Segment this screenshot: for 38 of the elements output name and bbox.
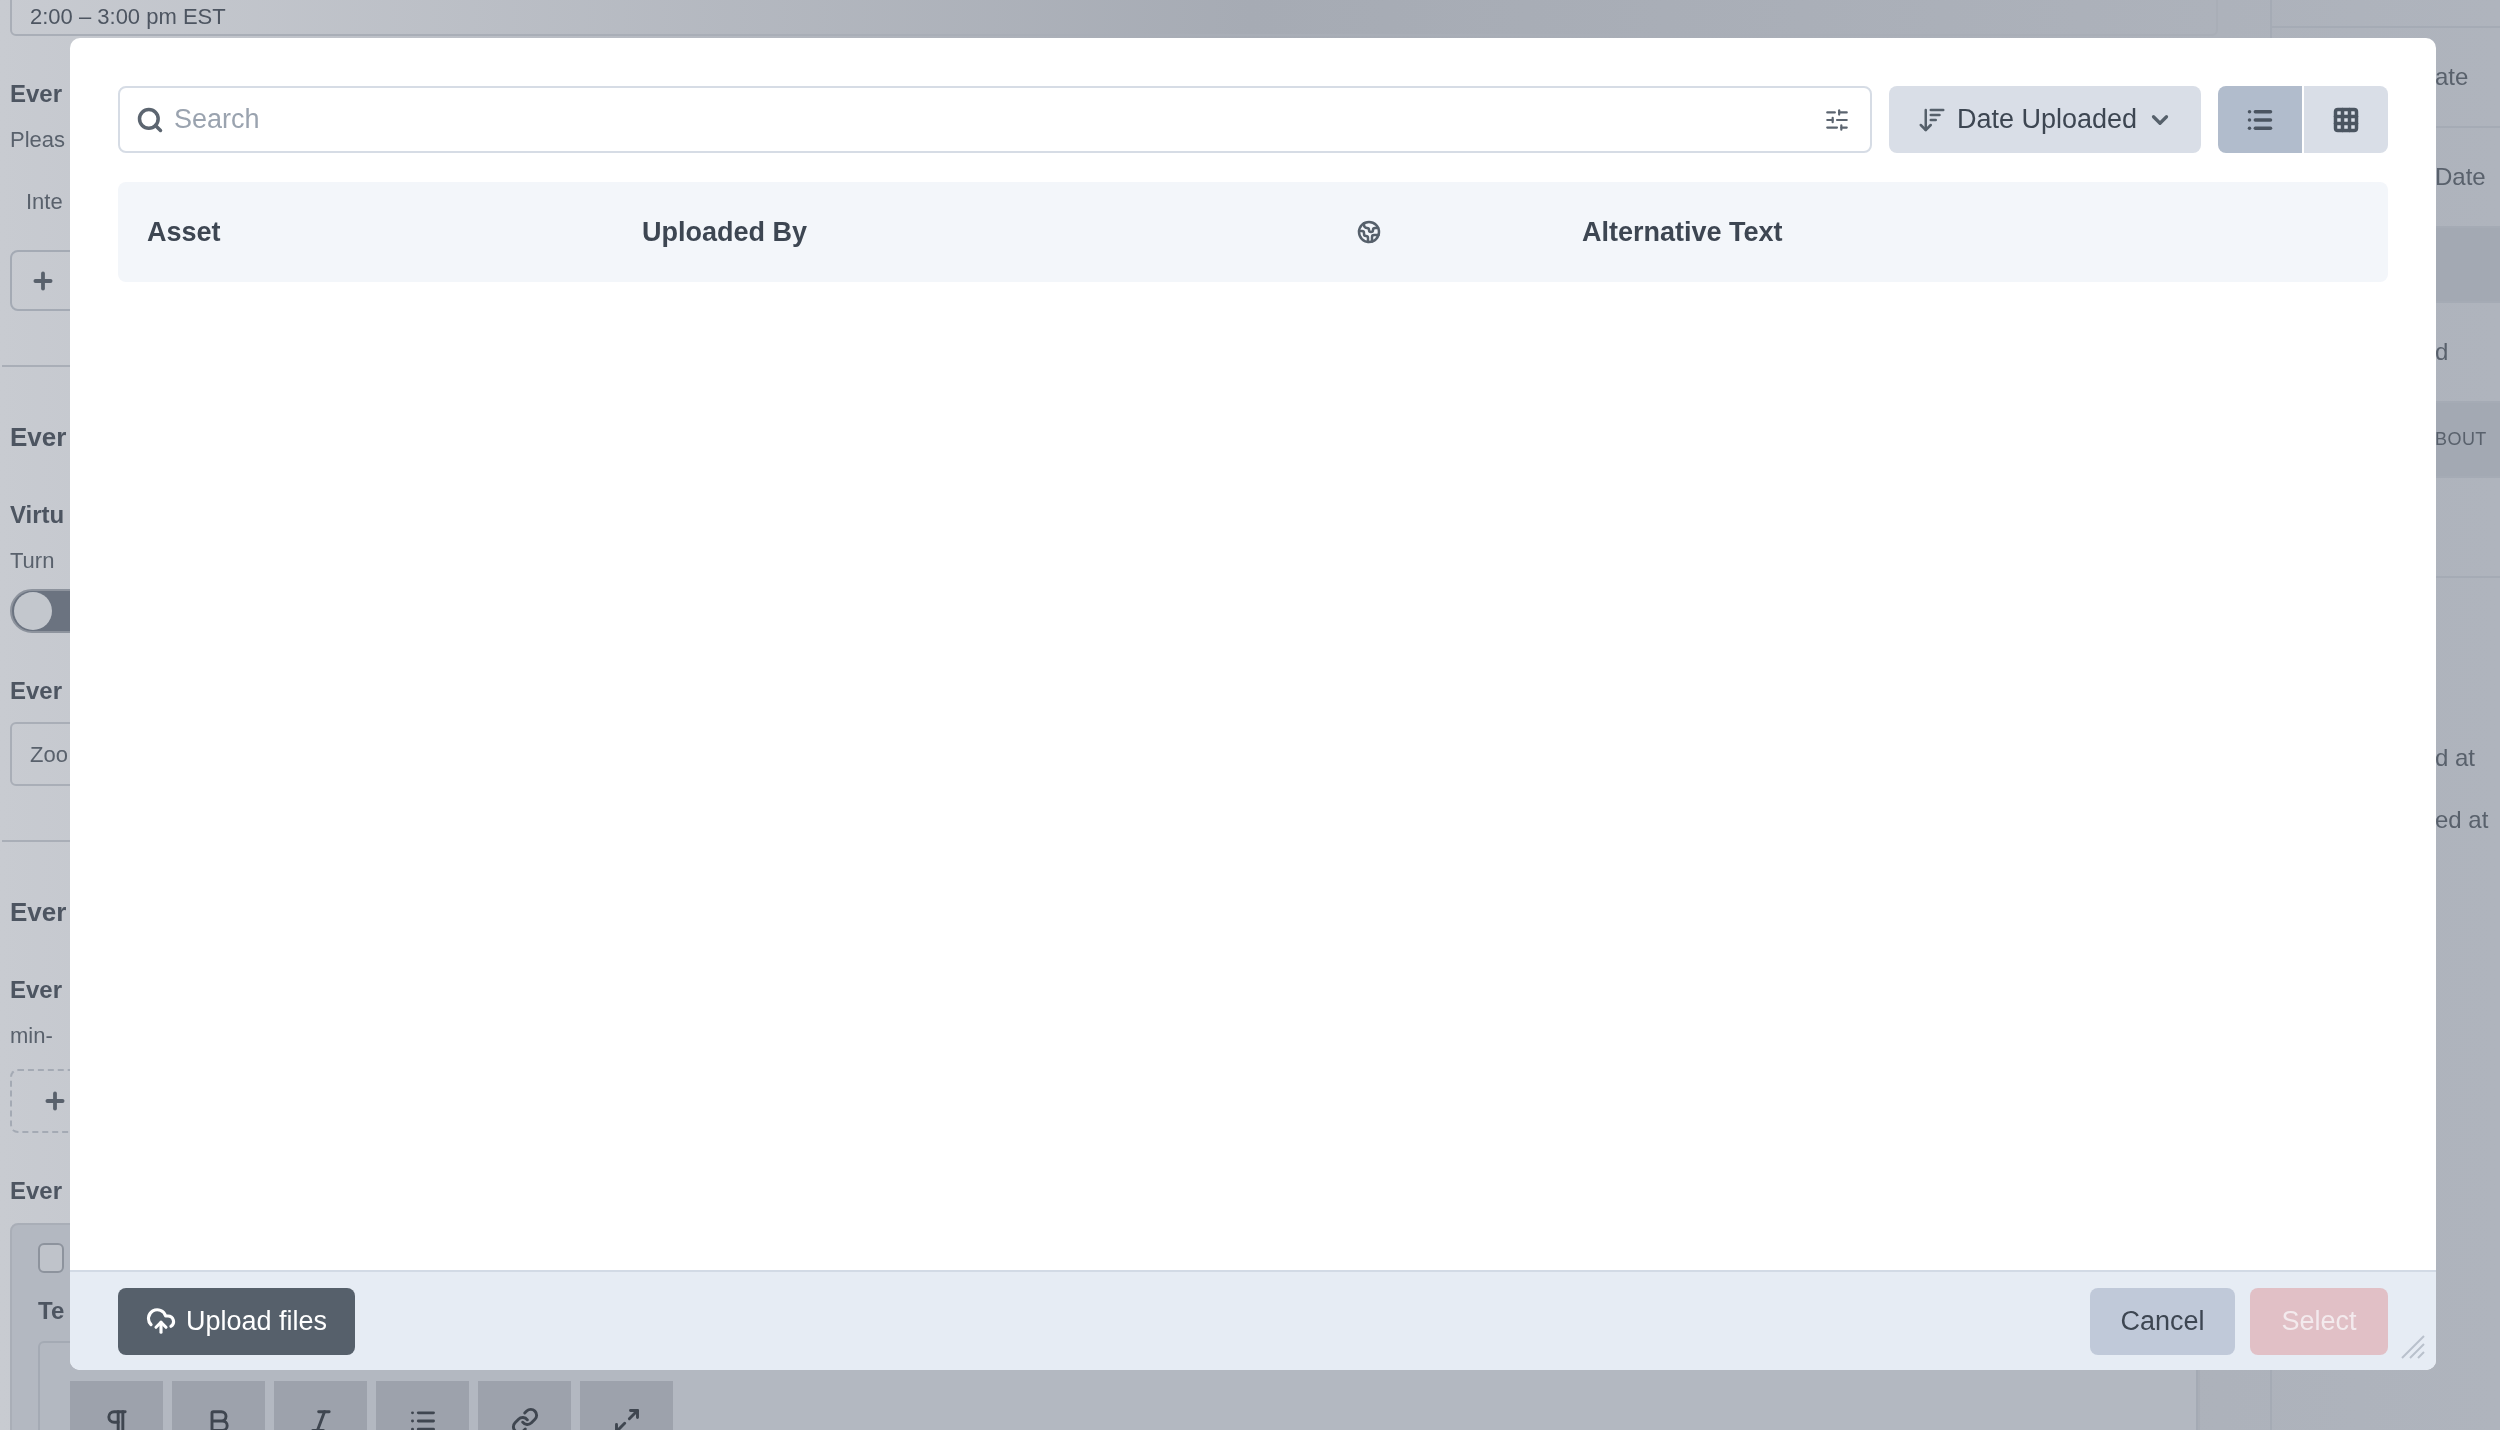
- expand-icon: [612, 1407, 641, 1430]
- sort-dropdown[interactable]: Date Uploaded: [1889, 86, 2201, 153]
- field-label: Ever: [10, 975, 63, 1005]
- field-label: Ever: [10, 1176, 63, 1206]
- column-header[interactable]: Alternative Text: [1582, 216, 1783, 247]
- help-text: min-: [10, 1021, 53, 1050]
- section-heading: Ever: [10, 895, 67, 929]
- sidebar-text: Date: [2435, 162, 2486, 192]
- section-heading: Ever: [10, 420, 67, 454]
- resize-grip-icon: [2400, 1334, 2426, 1360]
- grid-icon: [2332, 105, 2360, 134]
- cloud-upload-icon: [146, 1306, 176, 1336]
- cancel-button[interactable]: Cancel: [2090, 1287, 2235, 1355]
- time-field[interactable]: 2:00 – 3:00 pm EST: [10, 0, 2218, 36]
- search-field[interactable]: Search: [118, 86, 1872, 153]
- upload-button[interactable]: Upload files: [118, 1287, 356, 1355]
- globe-icon: [1357, 220, 1381, 244]
- sidebar-text: d at: [2435, 743, 2477, 773]
- field-label: Ever: [10, 79, 63, 109]
- link-icon: [510, 1407, 539, 1430]
- help-text: Turn: [10, 546, 55, 575]
- checkbox[interactable]: [38, 1243, 64, 1273]
- field-label: Virtu: [10, 500, 65, 530]
- search-input[interactable]: Search: [174, 99, 1814, 140]
- column-header[interactable]: Uploaded By: [642, 216, 808, 247]
- sidebar-text: ed at: [2435, 805, 2490, 835]
- section-caption: BOUT: [2435, 428, 2487, 451]
- filter-icon[interactable]: [1824, 106, 1850, 133]
- column-header[interactable]: Asset: [147, 216, 221, 247]
- list-item-text: Inte: [26, 187, 63, 216]
- grid-view-button[interactable]: [2304, 86, 2388, 153]
- list-view-button[interactable]: [2218, 86, 2302, 153]
- help-text: Pleas: [10, 125, 66, 154]
- field-label: Te: [38, 1296, 65, 1326]
- sidebar-text: ate: [2435, 62, 2469, 92]
- field-label: Ever: [10, 676, 63, 706]
- search-icon: [136, 105, 164, 134]
- sidebar-text: d: [2435, 337, 2449, 367]
